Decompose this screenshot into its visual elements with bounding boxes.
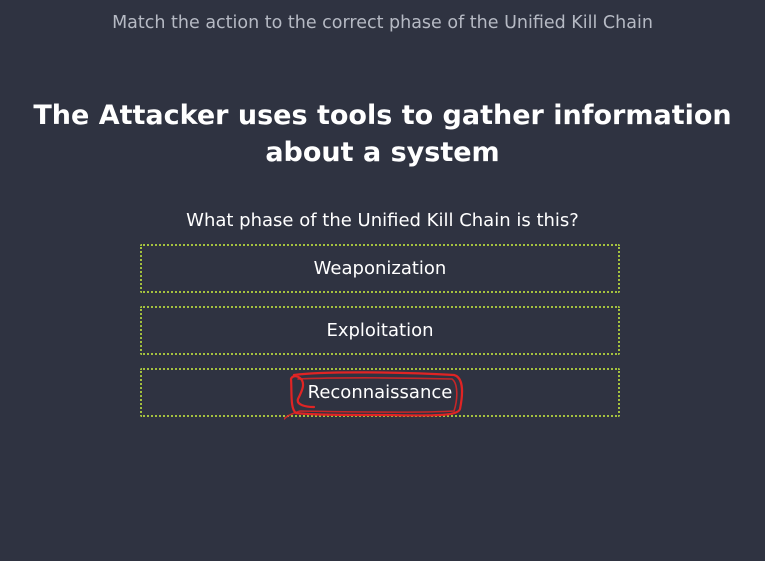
question-prompt: What phase of the Unified Kill Chain is …	[186, 210, 579, 231]
instruction-text: Match the action to the correct phase of…	[112, 13, 653, 33]
option-label: Exploitation	[326, 320, 434, 341]
answer-options: Weaponization Exploitation Reconnaissanc…	[140, 244, 620, 430]
option-label: Weaponization	[313, 258, 447, 279]
option-exploitation[interactable]: Exploitation	[140, 306, 620, 355]
option-reconnaissance[interactable]: Reconnaissance	[140, 368, 620, 420]
question-title: The Attacker uses tools to gather inform…	[33, 100, 732, 168]
option-label: Reconnaissance	[307, 382, 453, 403]
option-weaponization[interactable]: Weaponization	[140, 244, 620, 293]
